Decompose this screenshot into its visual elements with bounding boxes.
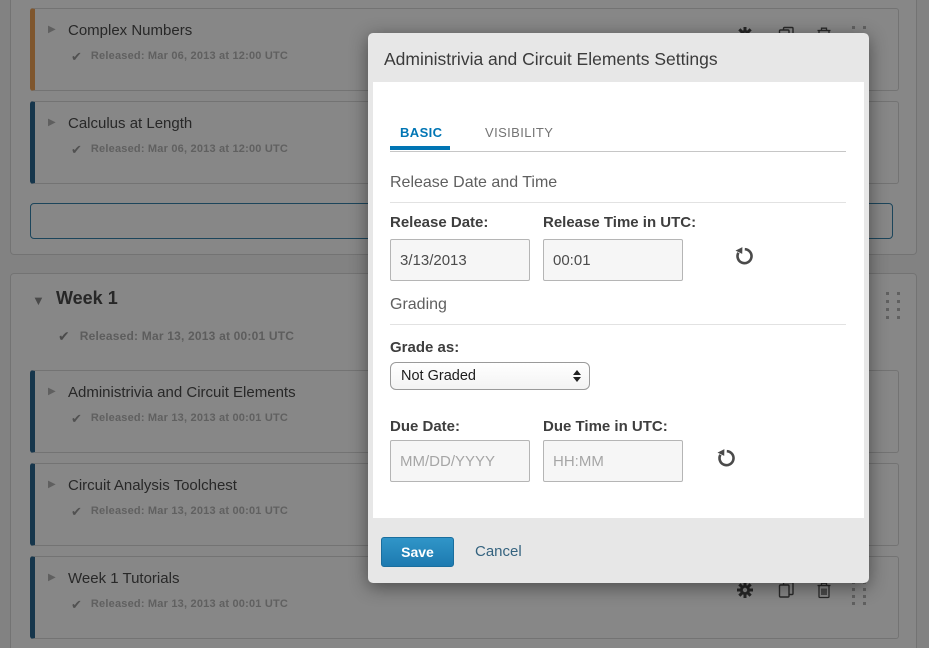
undo-icon: [716, 448, 736, 468]
select-arrows-icon: [573, 370, 581, 382]
grade-select-value: Not Graded: [401, 369, 476, 384]
due-time-field[interactable]: [543, 440, 683, 482]
release-date-label: Release Date:: [390, 215, 488, 230]
release-time-field[interactable]: [543, 239, 683, 281]
settings-modal: Administrivia and Circuit Elements Setti…: [368, 33, 869, 583]
tab-basic[interactable]: BASIC: [400, 126, 442, 139]
due-time-label: Due Time in UTC:: [543, 419, 668, 434]
due-date-label: Due Date:: [390, 419, 460, 434]
release-time-label: Release Time in UTC:: [543, 215, 696, 230]
release-section-heading: Release Date and Time: [390, 175, 557, 191]
divider: [390, 151, 846, 152]
due-date-field[interactable]: [390, 440, 530, 482]
grading-section-heading: Grading: [390, 297, 447, 313]
divider: [390, 202, 846, 203]
tab-visibility[interactable]: VISIBILITY: [485, 126, 553, 139]
grade-as-label: Grade as:: [390, 340, 459, 355]
course-outline-page: ▶ Complex Numbers ✔ Released: Mar 06, 20…: [0, 0, 929, 648]
grade-select[interactable]: Not Graded: [390, 362, 590, 390]
modal-content-panel: BASIC VISIBILITY Release Date and Time R…: [373, 82, 864, 518]
save-button[interactable]: Save: [381, 537, 454, 567]
undo-icon: [734, 246, 754, 266]
release-date-field[interactable]: [390, 239, 530, 281]
divider: [390, 324, 846, 325]
cancel-link[interactable]: Cancel: [475, 544, 522, 559]
modal-title: Administrivia and Circuit Elements Setti…: [384, 49, 718, 70]
active-tab-underline: [390, 146, 450, 150]
reset-release-button[interactable]: [734, 246, 754, 266]
reset-due-button[interactable]: [716, 448, 736, 468]
